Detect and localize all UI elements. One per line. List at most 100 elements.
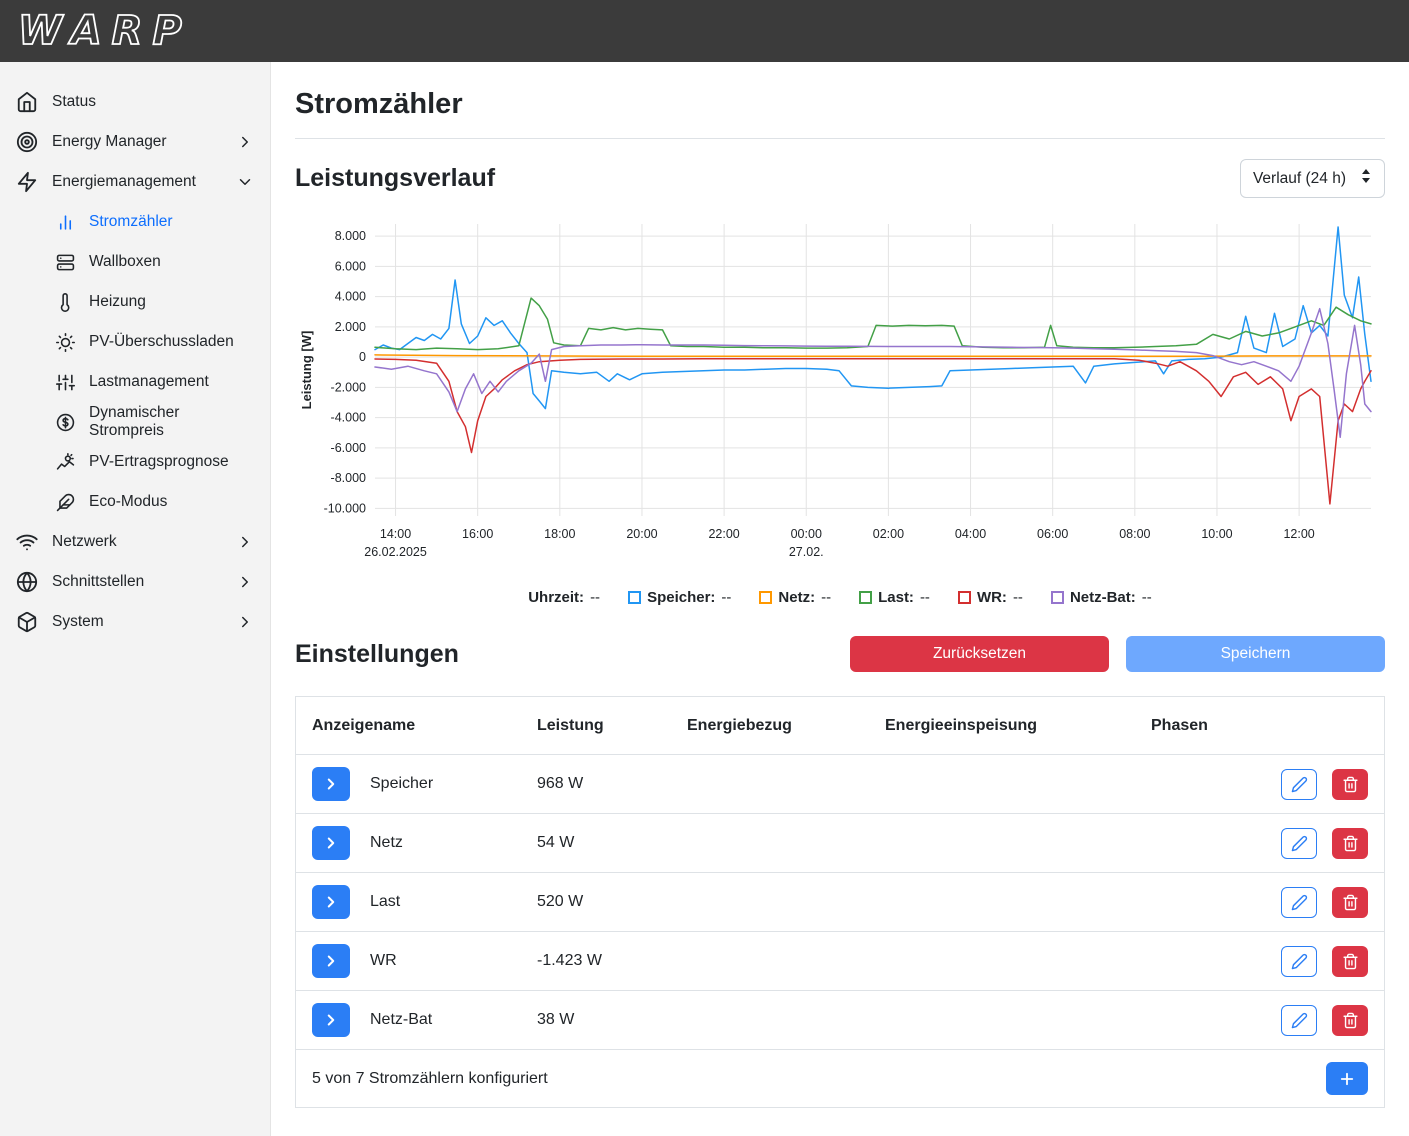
add-meter-button[interactable] [1326,1062,1368,1095]
sidebar-item-lastmanagement[interactable]: Lastmanagement [0,362,270,402]
expand-row-button[interactable] [312,1003,350,1037]
delete-button[interactable] [1332,769,1368,800]
chevron-right-icon [322,893,340,911]
edit-button[interactable] [1281,1005,1317,1036]
table-row: WR -1.423 W [296,931,1384,990]
sidebar-item-label: Lastmanagement [89,373,209,391]
sidebar-item-label: PV-Ertragsprognose [89,453,229,471]
sidebar-item-heizung[interactable]: Heizung [0,282,270,322]
svg-text:0: 0 [359,350,366,364]
globe-icon [16,571,38,593]
delete-button[interactable] [1332,946,1368,977]
sun-forecast-icon [56,453,75,472]
expand-row-button[interactable] [312,767,350,801]
save-button[interactable]: Speichern [1126,636,1385,672]
meter-power: 54 W [537,834,687,852]
delete-button[interactable] [1332,1005,1368,1036]
meter-name: Netz-Bat [370,1011,432,1029]
pencil-icon [1291,894,1308,911]
sidebar-item-energy-manager[interactable]: Energy Manager [0,122,270,162]
trash-icon [1342,953,1359,970]
feather-icon [56,493,75,512]
sidebar-item-label: Energy Manager [52,133,167,151]
chevron-right-icon [322,834,340,852]
chevron-right-icon [236,533,254,551]
configured-count-text: 5 von 7 Stromzählern konfiguriert [312,1070,548,1088]
wifi-icon [16,531,38,553]
svg-text:20:00: 20:00 [626,527,657,541]
table-row: Speicher 968 W [296,754,1384,813]
chart-canvas: 8.0006.0004.0002.0000-2.000-4.000-6.000-… [295,208,1385,580]
svg-text:22:00: 22:00 [708,527,739,541]
pencil-icon [1291,835,1308,852]
svg-text:6.000: 6.000 [335,259,366,273]
box-icon [16,611,38,633]
sidebar-item-system[interactable]: System [0,602,270,642]
legend-wr: WR:-- [958,589,1023,606]
meter-power: 520 W [537,893,687,911]
history-range-select[interactable]: Verlauf (24 h) [1240,159,1385,198]
chevron-down-icon [236,173,254,191]
meter-name: Netz [370,834,403,852]
pencil-icon [1291,953,1308,970]
target-icon [16,131,38,153]
sidebar-item-status[interactable]: Status [0,82,270,122]
table-header: Anzeigename Leistung Energiebezug Energi… [296,697,1384,754]
svg-text:2.000: 2.000 [335,320,366,334]
delete-button[interactable] [1332,887,1368,918]
sidebar-item-eco-modus[interactable]: Eco-Modus [0,482,270,522]
sidebar-item-label: System [52,613,104,631]
sidebar-item-label: Dynamischer Strompreis [89,404,254,440]
delete-button[interactable] [1332,828,1368,859]
sidebar-item-pv-ueberschussladen[interactable]: PV-Überschussladen [0,322,270,362]
chevron-right-icon [322,1011,340,1029]
legend-netz-bat: Netz-Bat:-- [1051,589,1152,606]
sidebar-item-label: Wallboxen [89,253,161,271]
edit-button[interactable] [1281,828,1317,859]
sidebar-item-energiemanagement[interactable]: Energiemanagement [0,162,270,202]
svg-text:26.02.2025: 26.02.2025 [364,545,427,559]
reset-button[interactable]: Zurücksetzen [850,636,1109,672]
meter-power: 968 W [537,775,687,793]
edit-button[interactable] [1281,887,1317,918]
svg-text:-10.000: -10.000 [324,501,366,515]
meter-power: -1.423 W [537,952,687,970]
sidebar-item-label: Stromzähler [89,213,173,231]
edit-button[interactable] [1281,946,1317,977]
sidebar-item-label: PV-Überschussladen [89,333,234,351]
netz-bat-swatch-icon [1051,591,1064,604]
expand-row-button[interactable] [312,944,350,978]
sidebar-item-label: Status [52,93,96,111]
sidebar-item-netzwerk[interactable]: Netzwerk [0,522,270,562]
edit-button[interactable] [1281,769,1317,800]
svg-text:27.02.: 27.02. [789,545,824,559]
power-history-chart[interactable]: 8.0006.0004.0002.0000-2.000-4.000-6.000-… [295,208,1385,585]
chevron-right-icon [236,573,254,591]
expand-row-button[interactable] [312,885,350,919]
divider [295,138,1385,139]
sidebar-item-dynamischer-strompreis[interactable]: Dynamischer Strompreis [0,402,270,442]
svg-text:-6.000: -6.000 [331,441,366,455]
speicher-swatch-icon [628,591,641,604]
sidebar-item-label: Eco-Modus [89,493,167,511]
sliders-icon [56,373,75,392]
sidebar-item-label: Heizung [89,293,146,311]
netz-swatch-icon [759,591,772,604]
meter-power: 38 W [537,1011,687,1029]
select-arrows-icon [1360,168,1372,189]
sidebar-item-stromzaehler[interactable]: Stromzähler [0,202,270,242]
history-range-value: Verlauf (24 h) [1253,170,1346,188]
bar-chart-icon [56,213,75,232]
chevron-right-icon [322,775,340,793]
chevron-right-icon [236,133,254,151]
sidebar-item-wallboxen[interactable]: Wallboxen [0,242,270,282]
sidebar-item-pv-ertragsprognose[interactable]: PV-Ertragsprognose [0,442,270,482]
sun-icon [56,333,75,352]
svg-text:8.000: 8.000 [335,229,366,243]
svg-text:00:00: 00:00 [791,527,822,541]
sidebar-item-schnittstellen[interactable]: Schnittstellen [0,562,270,602]
meter-table: Anzeigename Leistung Energiebezug Energi… [295,696,1385,1108]
sidebar-item-label: Netzwerk [52,533,117,551]
sidebar-item-label: Schnittstellen [52,573,144,591]
expand-row-button[interactable] [312,826,350,860]
